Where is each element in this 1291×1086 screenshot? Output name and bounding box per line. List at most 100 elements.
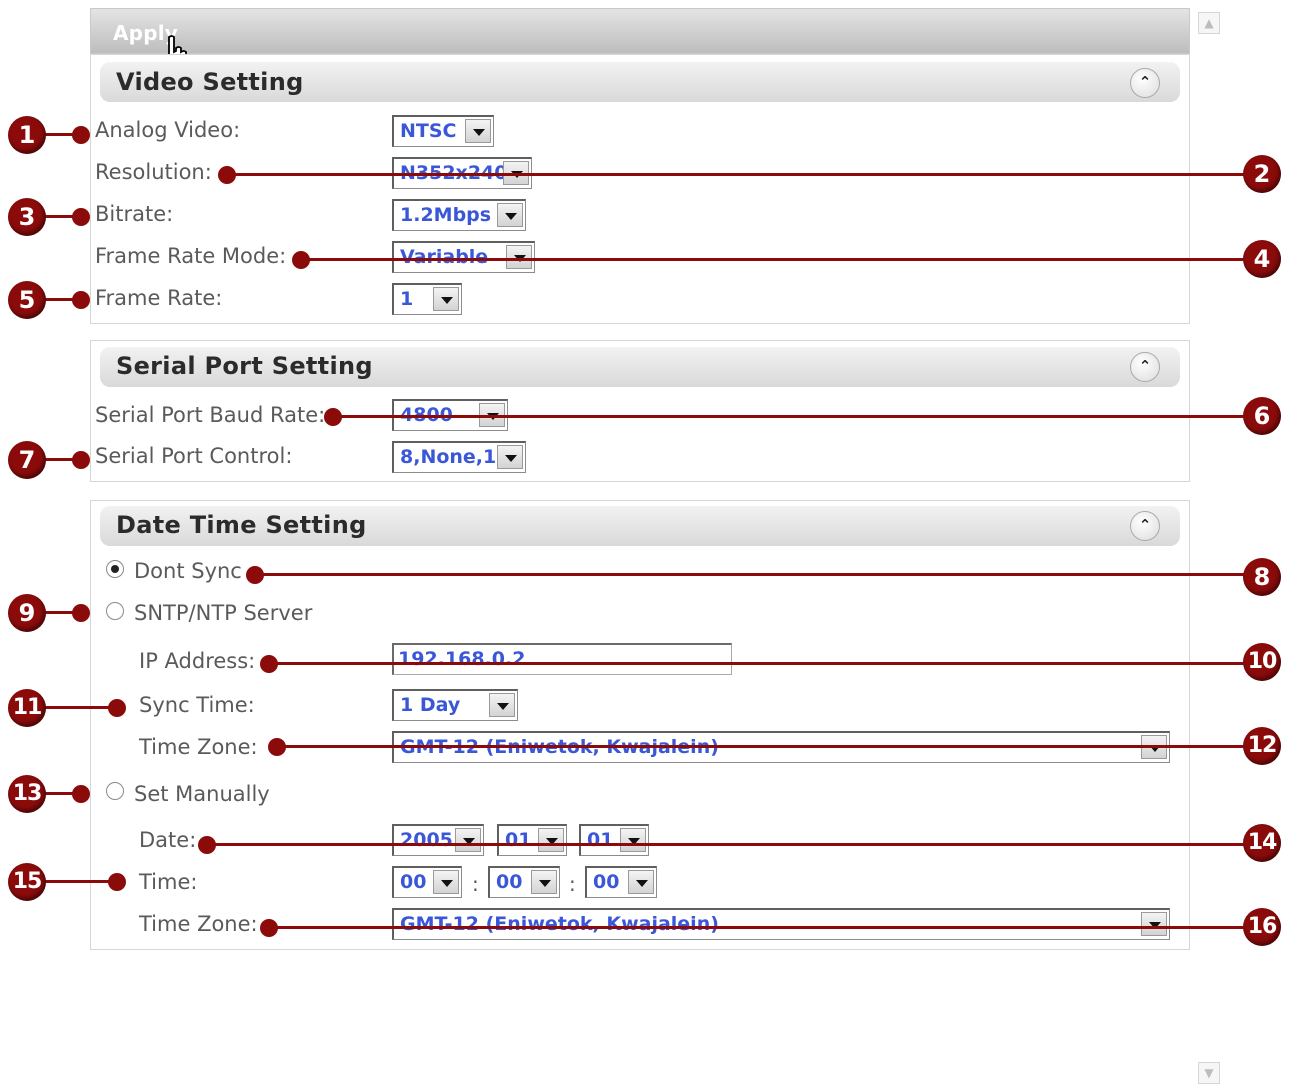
- ip-address-label: IP Address:: [139, 649, 256, 673]
- second-select[interactable]: 00: [585, 866, 657, 898]
- frame-rate-label: Frame Rate:: [95, 286, 223, 310]
- chevron-down-icon: [465, 119, 491, 143]
- callout-dot: [72, 785, 90, 803]
- chevron-down-icon: [506, 245, 532, 269]
- callout-dot: [72, 451, 90, 469]
- bitrate-value: 1.2Mbps: [400, 204, 492, 226]
- chevron-down-icon: [433, 287, 459, 311]
- callout-badge-3: 3: [8, 198, 46, 236]
- time-zone-manual-select[interactable]: GMT-12 (Eniwetok, Kwajalein): [392, 908, 1170, 940]
- dont-sync-radio[interactable]: [106, 560, 124, 578]
- month-value: 01: [505, 829, 532, 851]
- chevron-down-icon: [538, 828, 564, 852]
- sync-time-select[interactable]: 1 Day: [392, 689, 518, 721]
- callout-badge-9: 9: [8, 594, 46, 632]
- apply-toolbar: [90, 8, 1190, 54]
- chevron-down-icon: [455, 828, 481, 852]
- callout-badge-14: 14: [1243, 824, 1281, 862]
- serial-port-title: Serial Port Setting: [116, 352, 373, 380]
- bitrate-select[interactable]: 1.2Mbps: [392, 199, 526, 231]
- callout-line: [226, 173, 1266, 176]
- callout-dot: [324, 408, 342, 426]
- callout-badge-10: 10: [1243, 643, 1281, 681]
- callout-dot: [72, 208, 90, 226]
- callout-line: [254, 573, 1266, 576]
- baud-rate-label: Serial Port Baud Rate:: [95, 403, 326, 427]
- callout-badge-2: 2: [1243, 155, 1281, 193]
- serial-control-value: 8,None,1: [400, 446, 497, 468]
- chevron-down-icon: [497, 203, 523, 227]
- chevron-down-icon: [497, 445, 523, 469]
- serial-control-select[interactable]: 8,None,1: [392, 441, 526, 473]
- chevron-down-icon: [433, 870, 459, 894]
- set-manually-label: Set Manually: [134, 782, 270, 806]
- callout-badge-5: 5: [8, 281, 46, 319]
- day-select[interactable]: 01: [579, 824, 649, 856]
- date-label: Date:: [139, 828, 197, 852]
- chevron-down-icon: [531, 870, 557, 894]
- callout-line: [44, 706, 118, 709]
- hour-value: 00: [400, 871, 427, 893]
- resolution-label: Resolution:: [95, 160, 212, 184]
- frame-rate-select[interactable]: 1: [392, 283, 462, 315]
- callout-dot: [260, 919, 278, 937]
- callout-badge-16: 16: [1243, 908, 1281, 946]
- year-value: 2005: [400, 829, 453, 851]
- callout-badge-12: 12: [1243, 727, 1281, 765]
- chevron-down-icon: [1141, 912, 1167, 936]
- video-setting-title: Video Setting: [116, 68, 304, 96]
- time-separator: :: [569, 872, 576, 896]
- collapse-icon[interactable]: ⌃: [1130, 511, 1160, 541]
- frame-rate-mode-value: Variable: [400, 246, 489, 268]
- month-select[interactable]: 01: [497, 824, 567, 856]
- dont-sync-label: Dont Sync: [134, 559, 242, 583]
- collapse-icon[interactable]: ⌃: [1130, 68, 1160, 98]
- callout-dot: [72, 126, 90, 144]
- time-zone-label: Time Zone:: [139, 735, 258, 759]
- analog-video-select[interactable]: NTSC: [392, 115, 494, 147]
- ip-address-input[interactable]: 192.168.0.2: [392, 643, 732, 675]
- callout-badge-11: 11: [8, 689, 46, 727]
- callout-badge-4: 4: [1243, 240, 1281, 278]
- scroll-up-button[interactable]: ▲: [1198, 12, 1220, 34]
- callout-line: [332, 415, 1266, 418]
- sync-time-value: 1 Day: [400, 694, 461, 716]
- sntp-radio[interactable]: [106, 602, 124, 620]
- callout-line: [300, 258, 1266, 261]
- year-select[interactable]: 2005: [392, 824, 484, 856]
- callout-badge-13: 13: [8, 775, 46, 813]
- callout-badge-8: 8: [1243, 558, 1281, 596]
- collapse-icon[interactable]: ⌃: [1130, 352, 1160, 382]
- serial-control-label: Serial Port Control:: [95, 444, 293, 468]
- chevron-down-icon: [489, 693, 515, 717]
- hour-select[interactable]: 00: [392, 866, 462, 898]
- time-label: Time:: [139, 870, 198, 894]
- callout-dot: [72, 291, 90, 309]
- callout-badge-15: 15: [8, 863, 46, 901]
- callout-dot: [246, 566, 264, 584]
- callout-dot: [260, 655, 278, 673]
- callout-line: [268, 926, 1266, 929]
- minute-select[interactable]: 00: [488, 866, 560, 898]
- second-value: 00: [593, 871, 620, 893]
- callout-dot: [218, 166, 236, 184]
- minute-value: 00: [496, 871, 523, 893]
- set-manually-radio[interactable]: [106, 782, 124, 800]
- time-separator: :: [472, 872, 479, 896]
- sntp-label: SNTP/NTP Server: [134, 601, 313, 625]
- scroll-down-button[interactable]: ▼: [1198, 1062, 1220, 1084]
- chevron-down-icon: [628, 870, 654, 894]
- callout-line: [276, 745, 1266, 748]
- callout-badge-6: 6: [1243, 397, 1281, 435]
- callout-dot: [108, 699, 126, 717]
- frame-rate-mode-label: Frame Rate Mode:: [95, 244, 287, 268]
- callout-dot: [108, 873, 126, 891]
- frame-rate-value: 1: [400, 288, 414, 310]
- callout-badge-7: 7: [8, 441, 46, 479]
- day-value: 01: [587, 829, 614, 851]
- callout-dot: [198, 836, 216, 854]
- callout-line: [206, 843, 1266, 846]
- callout-dot: [268, 738, 286, 756]
- frame-rate-mode-select[interactable]: Variable: [392, 241, 535, 273]
- analog-video-label: Analog Video:: [95, 118, 241, 142]
